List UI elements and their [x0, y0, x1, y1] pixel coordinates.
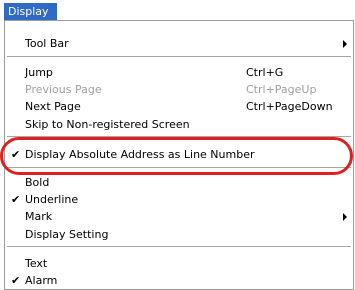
menu-item-next-page[interactable]: Next Page Ctrl+PageDown [5, 98, 353, 115]
menu-separator [7, 56, 351, 57]
menu-item-bold[interactable]: Bold [5, 174, 353, 191]
menu-item-skip-non-registered[interactable]: Skip to Non-registered Screen [5, 116, 353, 133]
menu-item-alarm[interactable]: ✔ Alarm [5, 272, 353, 289]
menu-item-display-absolute-address[interactable]: ✔ Display Absolute Address as Line Numbe… [5, 146, 353, 163]
checkmark-icon: ✔ [11, 274, 21, 287]
menu-bar: Display [0, 0, 355, 20]
menu-item-toolbar[interactable]: Tool Bar [5, 35, 353, 52]
menu-display[interactable]: Display [4, 3, 57, 20]
menu-item-jump[interactable]: Jump Ctrl+G [5, 64, 353, 81]
menu-separator [7, 246, 351, 247]
menu-item-label: Display Absolute Address as Line Number [25, 148, 255, 161]
menu-item-label: Jump [25, 66, 53, 79]
menu-item-shortcut: Ctrl+PageDown [246, 100, 333, 113]
menu-item-underline[interactable]: ✔ Underline [5, 191, 353, 208]
menu-item-mark[interactable]: Mark [5, 208, 353, 225]
menu-separator [7, 167, 351, 168]
menu-item-label: Underline [25, 193, 79, 206]
menu-item-display-setting[interactable]: Display Setting [5, 226, 353, 243]
menu-item-label: Alarm [25, 274, 58, 287]
menu-separator [7, 136, 351, 137]
chevron-right-icon [343, 40, 347, 48]
menu-item-label: Skip to Non-registered Screen [25, 118, 190, 131]
menu-item-label: Previous Page [25, 83, 102, 96]
menu-item-label: Bold [25, 176, 50, 189]
menu-item-previous-page[interactable]: Previous Page Ctrl+PageUp [5, 81, 353, 98]
chevron-right-icon [343, 213, 347, 221]
menu-item-label: Tool Bar [25, 37, 69, 50]
menu-item-text[interactable]: Text [5, 255, 353, 272]
display-menu-dropdown: Tool Bar Jump Ctrl+G Previous Page Ctrl+… [4, 20, 354, 290]
menu-item-shortcut: Ctrl+G [246, 66, 284, 79]
menu-item-label: Mark [25, 210, 53, 223]
checkmark-icon: ✔ [11, 148, 21, 161]
menu-item-label: Text [25, 257, 48, 270]
checkmark-icon: ✔ [11, 193, 21, 206]
menu-item-label: Next Page [25, 100, 81, 113]
menu-item-shortcut: Ctrl+PageUp [246, 83, 317, 96]
menu-item-label: Display Setting [25, 228, 109, 241]
